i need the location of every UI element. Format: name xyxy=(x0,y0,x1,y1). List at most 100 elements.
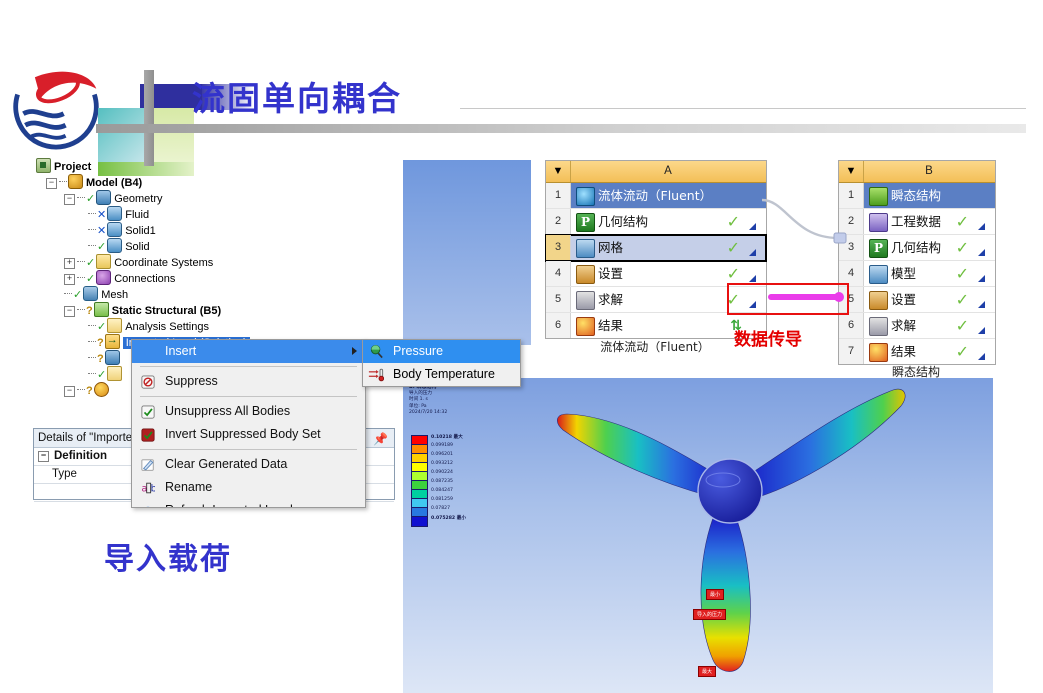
legend-label: 0.090224 xyxy=(431,470,453,475)
row-number: 6 xyxy=(546,313,571,338)
collapse-toggle-icon[interactable]: − xyxy=(64,386,75,397)
schematic-b-row-1[interactable]: 1 瞬态结构 xyxy=(839,183,995,209)
schematic-b-header[interactable]: ▼ B xyxy=(839,161,995,183)
status-check-icon: ✓ xyxy=(726,266,740,283)
tree-item-solid[interactable]: ✓ Solid xyxy=(36,238,366,254)
tree-item-geometry[interactable]: − ✓ Geometry xyxy=(36,190,366,206)
cell-label: 结果 xyxy=(598,318,624,333)
row-number: 6 xyxy=(839,313,864,338)
status-check-icon: ✓ xyxy=(955,240,969,257)
solution-icon xyxy=(576,291,595,310)
collapse-toggle-icon[interactable]: − xyxy=(38,451,49,462)
expand-toggle-icon[interactable]: + xyxy=(64,258,75,269)
viewport-header-line-3: 单位: Pa xyxy=(409,403,427,409)
context-menu-item-clear-generated-data[interactable]: Clear Generated Data xyxy=(132,453,365,476)
legend-label: 0.081259 xyxy=(431,497,453,502)
tree-item-connections[interactable]: + ✓ Connections xyxy=(36,270,366,286)
tree-item-analysis-settings[interactable]: ✓ Analysis Settings xyxy=(36,318,366,334)
tree-item-label: Fluid xyxy=(125,209,150,221)
tree-item-label: Solid1 xyxy=(125,225,156,237)
tree-item-solid1[interactable]: ✕ Solid1 xyxy=(36,222,366,238)
context-menu-item-rename[interactable]: a b Rename xyxy=(132,476,365,499)
transient-icon xyxy=(869,187,888,206)
suppress-icon xyxy=(141,375,155,389)
schematic-a-row-2[interactable]: 2 P 几何结构 ✓ xyxy=(546,209,766,235)
status-question-icon: ? xyxy=(86,385,93,397)
fluent-icon xyxy=(576,187,595,206)
cell-label: 流体流动（Fluent） xyxy=(598,188,713,203)
status-check-icon: ✓ xyxy=(726,214,740,231)
setup-icon xyxy=(869,291,888,310)
tree-item-static-structural[interactable]: −? Static Structural (B5) xyxy=(36,302,366,318)
static-structural-icon xyxy=(93,302,109,317)
column-dropdown-icon[interactable]: ▼ xyxy=(546,161,571,182)
collapse-toggle-icon[interactable]: − xyxy=(64,306,75,317)
schematic-a-row-6[interactable]: 6 结果 ⇅ xyxy=(546,313,766,338)
schematic-b-row-6[interactable]: 6 求解 ✓ xyxy=(839,313,995,339)
cell-corner-marker xyxy=(978,249,985,256)
schematic-a-row-1[interactable]: 1 流体流动（Fluent） xyxy=(546,183,766,209)
schematic-b-row-5[interactable]: 5 设置 ✓ xyxy=(839,287,995,313)
header-vertical-bar xyxy=(144,70,154,166)
context-menu[interactable]: Insert Suppress Unsuppress All Bodies In… xyxy=(131,339,366,508)
rename-icon: a b xyxy=(141,482,155,495)
context-menu-item-insert[interactable]: Insert xyxy=(132,340,365,363)
tree-item-mesh[interactable]: ✓ Mesh xyxy=(36,286,366,302)
schematic-b-row-2[interactable]: 2 工程数据 ✓ xyxy=(839,209,995,235)
viewport-main-panel[interactable]: B: 瞬态结构 导入的压力 时间 1. s 单位: Pa 2024/7/20 1… xyxy=(403,378,993,693)
status-check-icon: ✓ xyxy=(955,214,969,231)
imported-pressure-icon xyxy=(104,350,120,365)
status-check-icon: ✓ xyxy=(955,344,969,361)
tree-item-model[interactable]: − Model (B4) xyxy=(36,174,366,190)
cell-label: 工程数据 xyxy=(891,214,942,229)
context-menu-item-label: Insert xyxy=(165,344,197,358)
cell-label: 几何结构 xyxy=(598,214,649,229)
schematic-b-row-3[interactable]: 3 P 几何结构 ✓ xyxy=(839,235,995,261)
legend-label: 0.096201 xyxy=(431,452,453,457)
expand-toggle-icon[interactable]: + xyxy=(64,274,75,285)
column-dropdown-icon[interactable]: ▼ xyxy=(839,161,864,182)
propeller-model[interactable] xyxy=(523,378,943,693)
schematic-b-row-4[interactable]: 4 模型 ✓ xyxy=(839,261,995,287)
legend-swatch xyxy=(411,516,428,527)
designmodeler-icon: P xyxy=(576,213,595,232)
tree-item-label: Model (B4) xyxy=(86,177,143,189)
schematic-b-row-7[interactable]: 7 结果 ✓ xyxy=(839,339,995,364)
context-menu-item-suppress[interactable]: Suppress xyxy=(132,370,365,393)
status-question-icon: ? xyxy=(97,337,104,349)
context-menu-item-invert-suppressed-body-set[interactable]: Invert Suppressed Body Set xyxy=(132,423,365,446)
submenu-item-body-temperature[interactable]: Body Temperature xyxy=(363,363,520,386)
schematic-connector-geometry xyxy=(761,198,847,244)
context-menu-item-label: Refresh Imported Load xyxy=(165,503,293,507)
context-menu-item-refresh-imported-load[interactable]: Refresh Imported Load xyxy=(132,499,365,507)
mesh-icon xyxy=(83,286,99,301)
tree-item-fluid[interactable]: ✕ Fluid xyxy=(36,206,366,222)
model-cell-icon xyxy=(869,265,888,284)
submenu-item-pressure[interactable]: Pressure xyxy=(363,340,520,363)
clear-icon xyxy=(141,459,154,471)
pin-icon[interactable]: 📌 xyxy=(373,430,388,448)
tree-item-coordinate-systems[interactable]: + ✓ Coordinate Systems xyxy=(36,254,366,270)
collapse-toggle-icon[interactable]: − xyxy=(64,194,75,205)
temperature-icon xyxy=(368,368,384,382)
status-check-icon: ✓ xyxy=(726,240,740,257)
schematic-system-b[interactable]: ▼ B 1 瞬态结构 2 工程数据 ✓ 3 P 几何结构 ✓ 4 模型 ✓ 5 … xyxy=(838,160,996,365)
svg-text:b: b xyxy=(151,484,155,495)
collapse-toggle-icon[interactable]: − xyxy=(46,178,57,189)
context-menu-item-unsuppress-all-bodies[interactable]: Unsuppress All Bodies xyxy=(132,400,365,423)
row-number: 7 xyxy=(839,339,864,364)
context-submenu[interactable]: Pressure Body Temperature xyxy=(362,339,521,387)
tree-item-label: Solid xyxy=(125,241,150,253)
status-check-icon: ✓ xyxy=(97,369,107,381)
schematic-b-caption: 瞬态结构 xyxy=(891,365,940,379)
tree-item-project[interactable]: Project xyxy=(36,158,366,174)
status-check-icon: ✓ xyxy=(955,318,969,335)
schematic-a-row-3[interactable]: 3 网格 ✓ xyxy=(545,234,767,262)
status-check-icon: ✓ xyxy=(86,273,96,285)
cell-label: 瞬态结构 xyxy=(891,188,942,203)
schematic-a-header[interactable]: ▼ A xyxy=(546,161,766,183)
viewport-header-line-2: 时间 1. s xyxy=(409,397,428,403)
label-max: 最大 xyxy=(698,666,717,677)
schematic-b-column-letter: B xyxy=(925,165,933,177)
status-question-icon: ? xyxy=(86,305,93,317)
